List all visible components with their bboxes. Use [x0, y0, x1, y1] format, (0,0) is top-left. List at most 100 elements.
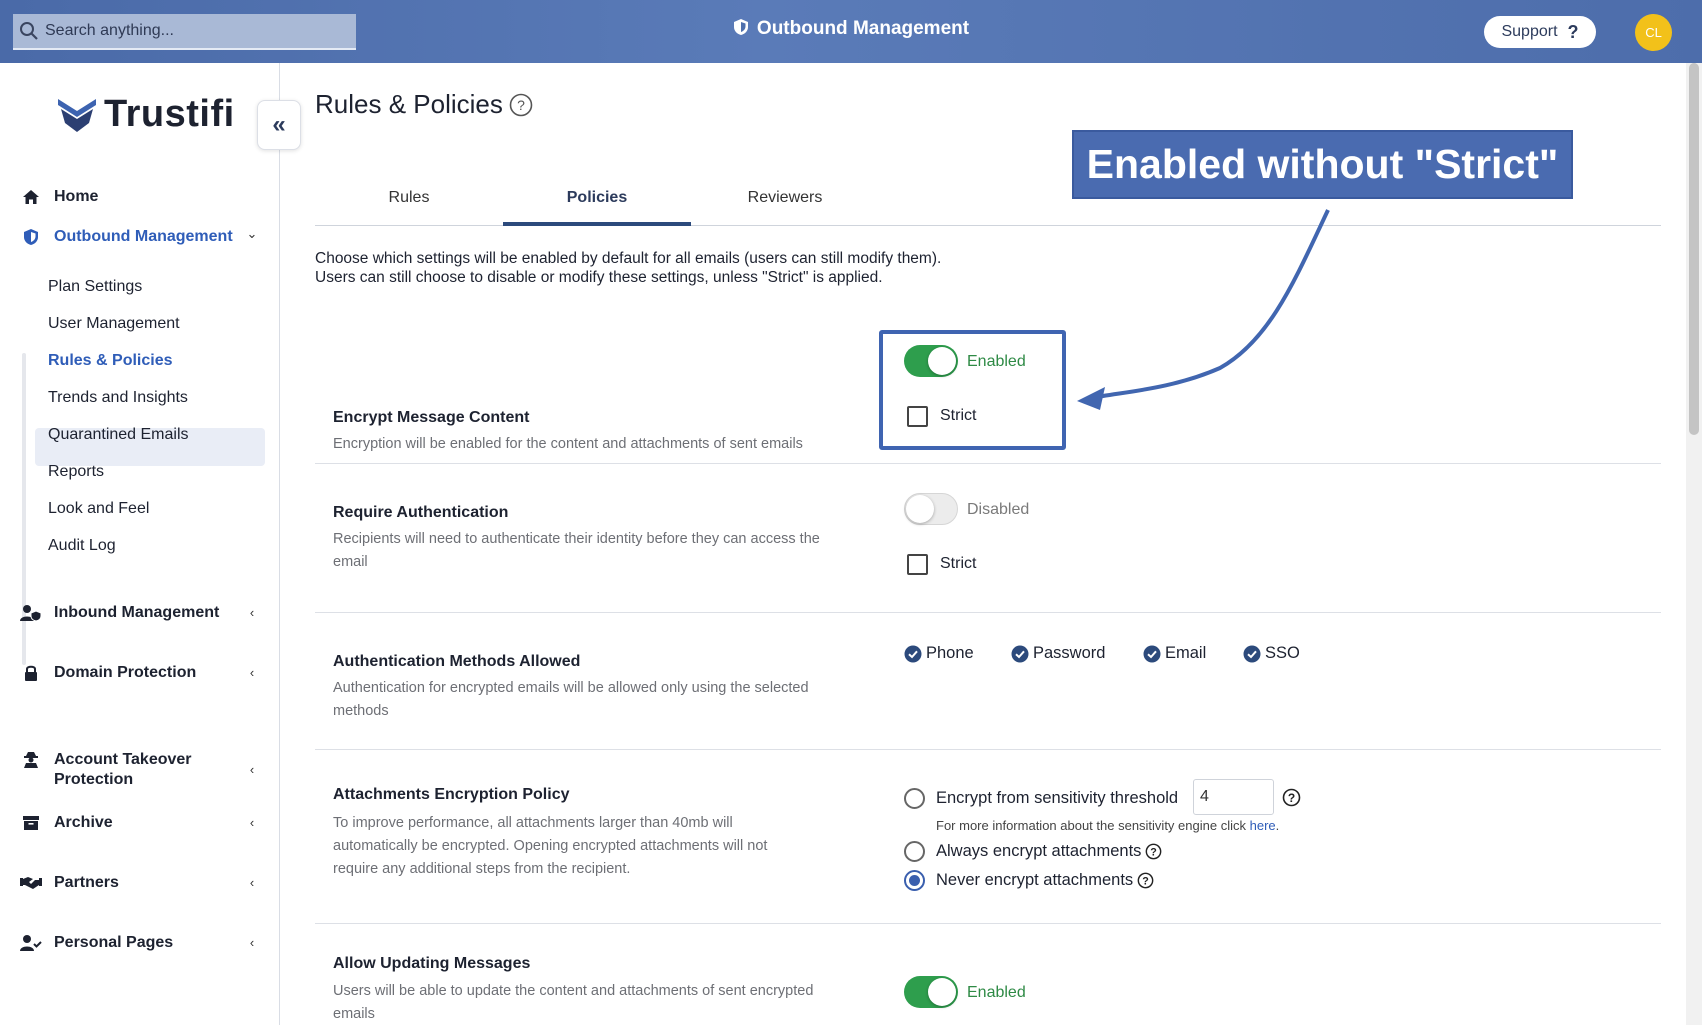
double-chevron-left-icon: « — [272, 111, 286, 138]
radio-sensitivity-threshold[interactable] — [904, 788, 925, 809]
search-input[interactable] — [45, 22, 345, 40]
nav-outbound-management[interactable]: Outbound Management ⌄ — [20, 227, 260, 247]
auth-strict-checkbox[interactable] — [907, 554, 928, 575]
subnav-quarantined-emails[interactable]: Quarantined Emails — [48, 425, 189, 445]
radio-sensitivity-threshold-label: Encrypt from sensitivity threshold — [936, 789, 1178, 808]
section-title: Encrypt Message Content — [333, 409, 530, 426]
method-label: SSO — [1265, 644, 1300, 662]
chevron-left-icon: ‹ — [249, 605, 255, 620]
handshake-icon — [20, 873, 42, 893]
nav-domain-protection[interactable]: Domain Protection ‹ — [20, 663, 260, 683]
option-text: Always encrypt attachments — [936, 842, 1142, 860]
option-text: Encrypt from sensitivity threshold — [936, 789, 1179, 807]
radio-always-encrypt[interactable] — [904, 841, 925, 862]
lock-icon — [20, 663, 42, 683]
subnav-trends-insights[interactable]: Trends and Insights — [48, 388, 188, 408]
subnav-reports[interactable]: Reports — [48, 462, 104, 482]
scrollbar[interactable] — [1686, 63, 1702, 1025]
auth-toggle[interactable] — [904, 493, 958, 525]
chevron-down-icon: ⌄ — [246, 226, 258, 241]
help-icon[interactable]: ? — [1282, 788, 1301, 807]
section-title: Allow Updating Messages — [333, 955, 531, 972]
nav-partners[interactable]: Partners ‹ — [20, 873, 260, 893]
user-check-icon — [20, 933, 42, 953]
home-icon — [20, 187, 42, 207]
method-sso[interactable]: SSO — [1243, 644, 1300, 663]
section-title: Require Authentication — [333, 504, 509, 521]
top-bar: Outbound Management Support ? CL — [0, 0, 1702, 63]
sensitivity-info-link[interactable]: here — [1250, 818, 1276, 833]
subnav-audit-log[interactable]: Audit Log — [48, 536, 116, 556]
nav-archive[interactable]: Archive ‹ — [20, 813, 260, 833]
chevron-left-icon: ‹ — [249, 762, 255, 777]
sidebar: Trustifi Home Outbound Management ⌄ Plan… — [0, 63, 280, 1025]
page-title-text: Rules & Policies — [315, 89, 503, 119]
section-description: Recipients will need to authenticate the… — [333, 531, 820, 570]
support-button[interactable]: Support ? — [1484, 16, 1596, 48]
section-description: Encryption will be enabled for the conte… — [333, 436, 803, 452]
svg-text:?: ? — [1151, 847, 1158, 859]
subnav-look-and-feel[interactable]: Look and Feel — [48, 499, 149, 519]
subnav-plan-settings[interactable]: Plan Settings — [48, 277, 142, 297]
scrollbar-thumb[interactable] — [1689, 63, 1699, 435]
section-description: Authentication for encrypted emails will… — [333, 680, 809, 719]
search-icon — [20, 22, 38, 40]
method-label: Password — [1033, 644, 1106, 662]
auth-strict-label: Strict — [940, 555, 977, 572]
sensitivity-note: For more information about the sensitivi… — [936, 818, 1280, 833]
app-title-text: Outbound Management — [756, 18, 970, 39]
shield-icon — [20, 227, 42, 247]
method-password[interactable]: Password — [1011, 644, 1105, 663]
check-circle-icon — [904, 645, 922, 662]
nav-account-takeover-protection[interactable]: Account Takeover Protection ‹ — [20, 750, 260, 790]
note-text: For more information about the sensitivi… — [936, 818, 1246, 833]
method-label: Email — [1165, 644, 1207, 662]
radio-always-encrypt-label: Always encrypt attachments ? — [936, 842, 1162, 861]
radio-never-encrypt[interactable] — [904, 870, 925, 891]
main-content: Rules & Policies ? Rules Policies Review… — [281, 63, 1686, 1025]
updating-toggle-label: Enabled — [967, 984, 1026, 1001]
threshold-input[interactable] — [1193, 779, 1274, 815]
toggle-knob — [928, 978, 956, 1006]
nav-personal-pages[interactable]: Personal Pages ‹ — [20, 933, 260, 953]
avatar[interactable]: CL — [1635, 14, 1672, 51]
subnav-rules-policies[interactable]: Rules & Policies — [48, 351, 173, 371]
help-icon[interactable]: ? — [1137, 872, 1154, 889]
subnav-user-management[interactable]: User Management — [48, 314, 180, 334]
help-icon[interactable]: ? — [1145, 843, 1162, 860]
auth-toggle-label: Disabled — [967, 501, 1030, 518]
help-icon[interactable]: ? — [509, 93, 533, 117]
check-circle-icon — [1143, 645, 1161, 662]
support-label: Support — [1501, 23, 1558, 40]
chevron-left-icon: ‹ — [249, 935, 255, 950]
section-require-authentication: Require Authentication Recipients will n… — [315, 464, 1661, 613]
nav-home[interactable]: Home — [20, 187, 260, 207]
section-title: Attachments Encryption Policy — [333, 786, 570, 803]
nav-archive-label: Archive — [54, 814, 113, 831]
chevron-left-icon: ‹ — [249, 815, 255, 830]
nav-account-takeover-label: Account Takeover Protection — [54, 751, 192, 788]
collapse-sidebar-button[interactable]: « — [257, 100, 301, 150]
nav-inbound-label: Inbound Management — [54, 604, 220, 621]
svg-text:?: ? — [517, 97, 525, 113]
trustifi-logo-icon — [58, 98, 96, 132]
nav-personal-pages-label: Personal Pages — [54, 934, 174, 951]
svg-text:?: ? — [1142, 876, 1149, 888]
section-allow-updating: Allow Updating Messages Users will be ab… — [315, 924, 1661, 1025]
user-secret-icon — [20, 750, 42, 770]
tab-reviewers[interactable]: Reviewers — [691, 178, 879, 226]
nav-inbound-management[interactable]: Inbound Management ‹ — [20, 603, 260, 623]
updating-toggle[interactable] — [904, 976, 958, 1008]
nav-domain-label: Domain Protection — [54, 664, 197, 681]
tab-rules[interactable]: Rules — [315, 178, 503, 226]
method-phone[interactable]: Phone — [904, 644, 974, 663]
search-box[interactable] — [13, 14, 356, 50]
section-authentication-methods: Authentication Methods Allowed Authentic… — [315, 613, 1661, 750]
callout-highlight-box — [879, 330, 1066, 450]
method-email[interactable]: Email — [1143, 644, 1206, 663]
section-description: To improve performance, all attachments … — [333, 815, 768, 877]
toggle-knob — [906, 495, 934, 523]
tab-policies[interactable]: Policies — [503, 178, 691, 226]
archive-icon — [20, 813, 42, 833]
method-label: Phone — [926, 644, 974, 662]
